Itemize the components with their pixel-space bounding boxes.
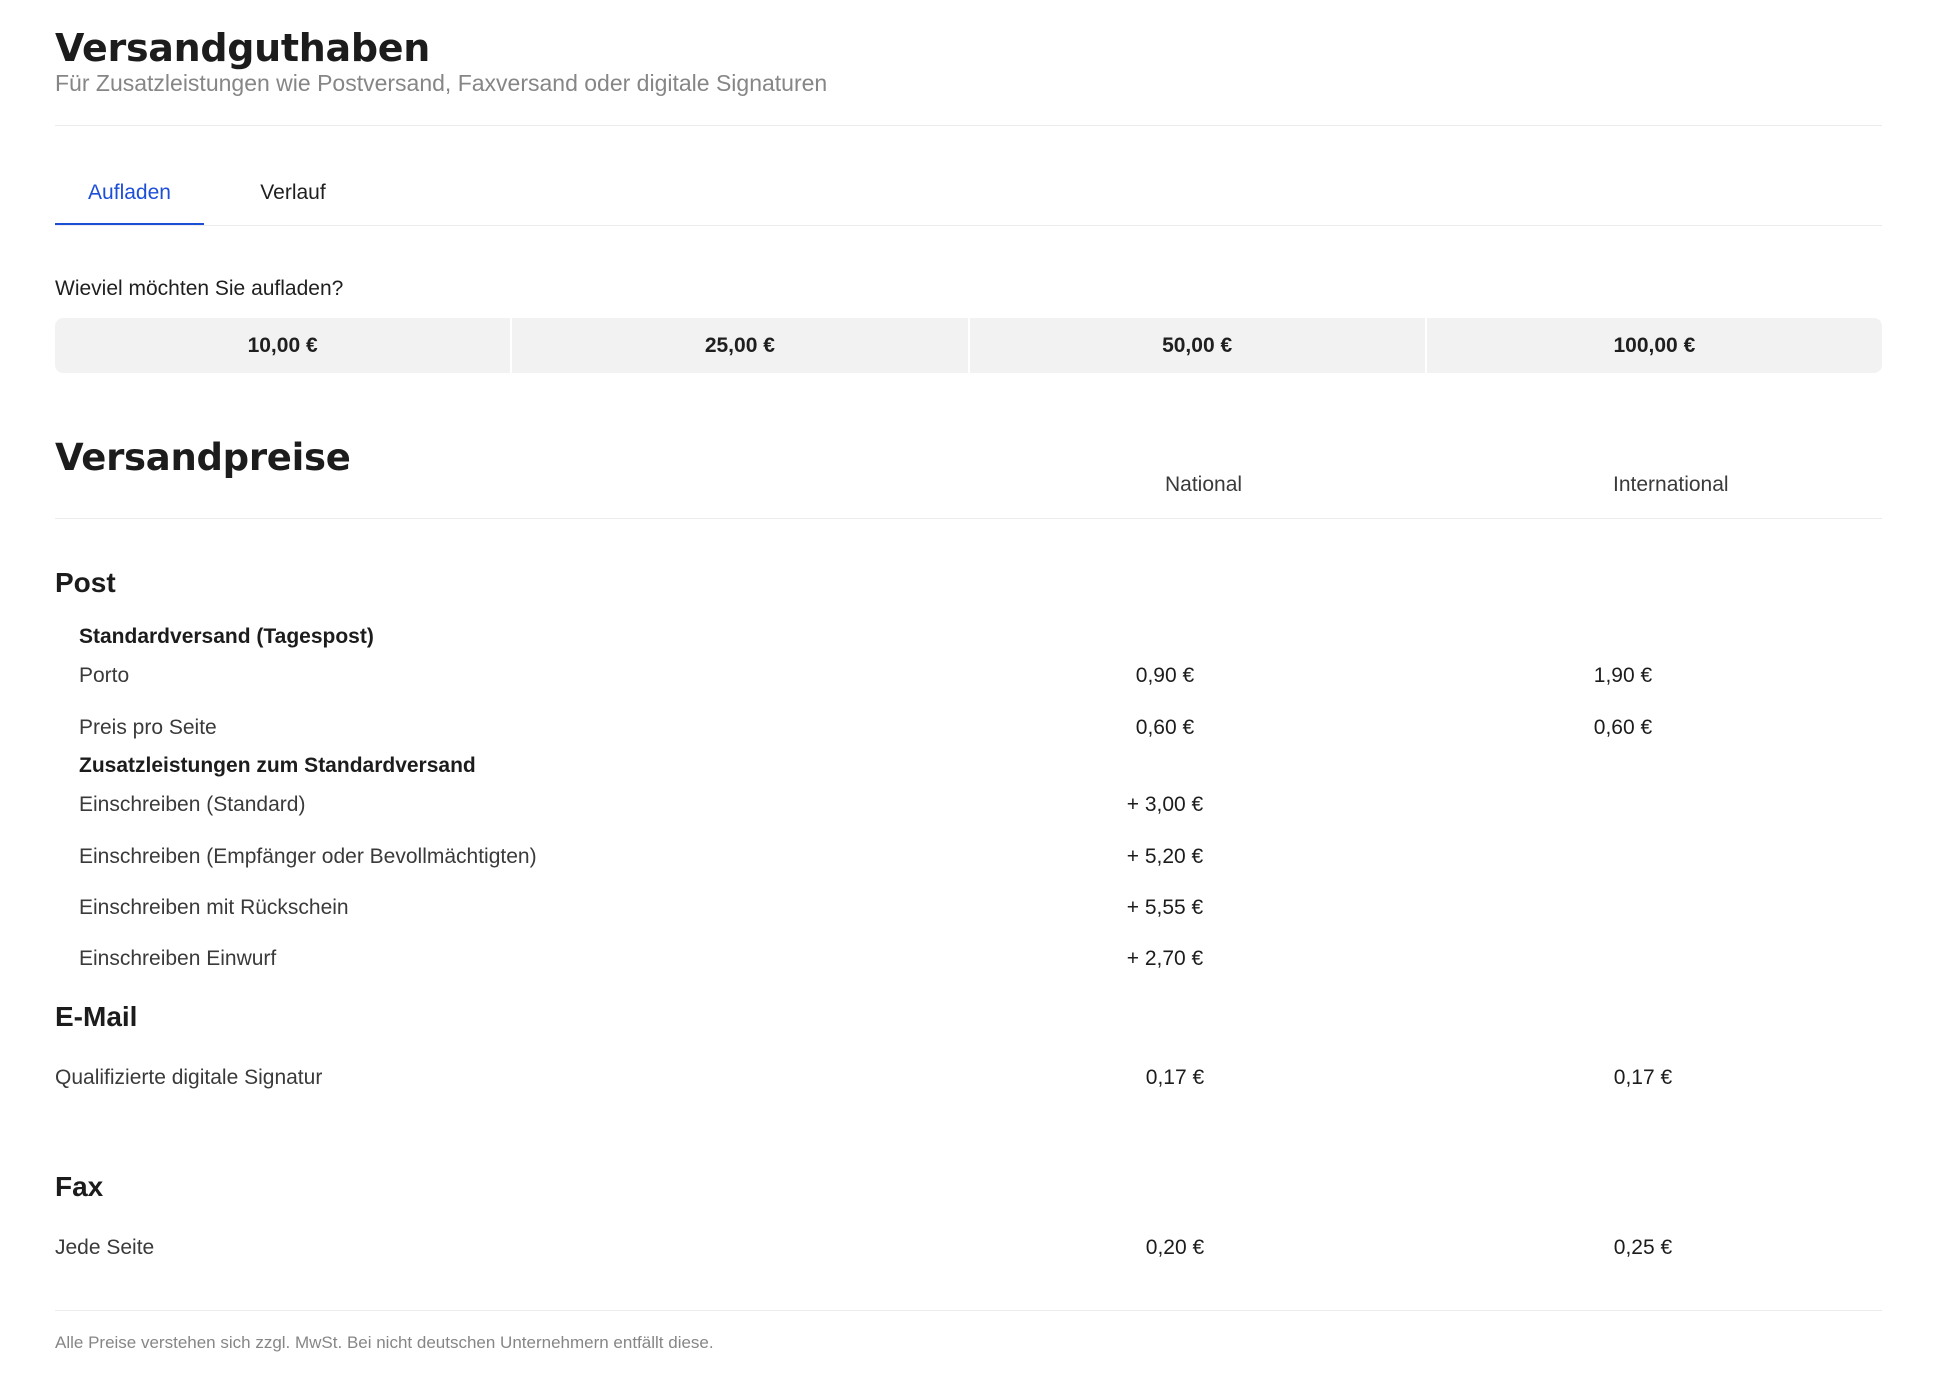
amount-button-10[interactable]: 10,00 € bbox=[55, 318, 511, 373]
tab-verlauf[interactable]: Verlauf bbox=[233, 160, 353, 226]
page-title: Versandguthaben bbox=[55, 26, 430, 70]
tab-bar: Aufladen Verlauf bbox=[55, 160, 1882, 226]
row-signature-national: 0,17 € bbox=[1145, 1066, 1205, 1089]
topup-amount-group: 10,00 € 25,00 € 50,00 € 100,00 € bbox=[55, 318, 1882, 373]
row-extra-label: Einschreiben (Empfänger oder Bevollmächt… bbox=[79, 845, 537, 868]
row-fax-page-national: 0,20 € bbox=[1145, 1236, 1205, 1259]
section-post-title: Post bbox=[55, 567, 116, 598]
row-porto-national: 0,90 € bbox=[1135, 664, 1195, 687]
row-extra-national: + 2,70 € bbox=[1126, 947, 1204, 970]
row-fax-page-international: 0,25 € bbox=[1613, 1236, 1673, 1259]
row-extra-national: + 5,20 € bbox=[1126, 845, 1204, 868]
row-porto-international: 1,90 € bbox=[1593, 664, 1653, 687]
column-header-international: International bbox=[1613, 473, 1729, 496]
row-extra-national: + 3,00 € bbox=[1126, 793, 1204, 816]
section-fax-title: Fax bbox=[55, 1171, 104, 1202]
row-extra-label: Einschreiben (Standard) bbox=[79, 793, 306, 816]
row-extra-national: + 5,55 € bbox=[1126, 896, 1204, 919]
row-extra-label: Einschreiben mit Rückschein bbox=[79, 896, 349, 919]
row-fax-page-label: Jede Seite bbox=[55, 1236, 155, 1259]
row-per-page-national: 0,60 € bbox=[1135, 716, 1195, 739]
amount-button-100[interactable]: 100,00 € bbox=[1426, 318, 1882, 373]
footer-divider bbox=[55, 1310, 1882, 1311]
group-extras-title: Zusatzleistungen zum Standardversand bbox=[79, 754, 476, 777]
page-subtitle: Für Zusatzleistungen wie Postversand, Fa… bbox=[55, 70, 828, 96]
tab-divider bbox=[55, 225, 1882, 226]
topup-question: Wieviel möchten Sie aufladen? bbox=[55, 277, 344, 300]
section-email-title: E-Mail bbox=[55, 1001, 138, 1032]
prices-title: Versandpreise bbox=[55, 436, 351, 479]
row-per-page-label: Preis pro Seite bbox=[79, 716, 217, 739]
row-porto-label: Porto bbox=[79, 664, 130, 687]
amount-button-50[interactable]: 50,00 € bbox=[969, 318, 1425, 373]
row-per-page-international: 0,60 € bbox=[1593, 716, 1653, 739]
row-signature-international: 0,17 € bbox=[1613, 1066, 1673, 1089]
group-standard-title: Standardversand (Tagespost) bbox=[79, 625, 374, 648]
divider bbox=[55, 125, 1882, 126]
prices-divider bbox=[55, 518, 1882, 519]
tab-aufladen[interactable]: Aufladen bbox=[55, 160, 204, 226]
footnote: Alle Preise verstehen sich zzgl. MwSt. B… bbox=[55, 1333, 714, 1352]
amount-button-25[interactable]: 25,00 € bbox=[512, 318, 968, 373]
row-extra-label: Einschreiben Einwurf bbox=[79, 947, 277, 970]
column-header-national: National bbox=[1165, 473, 1243, 496]
row-signature-label: Qualifizierte digitale Signatur bbox=[55, 1066, 323, 1089]
